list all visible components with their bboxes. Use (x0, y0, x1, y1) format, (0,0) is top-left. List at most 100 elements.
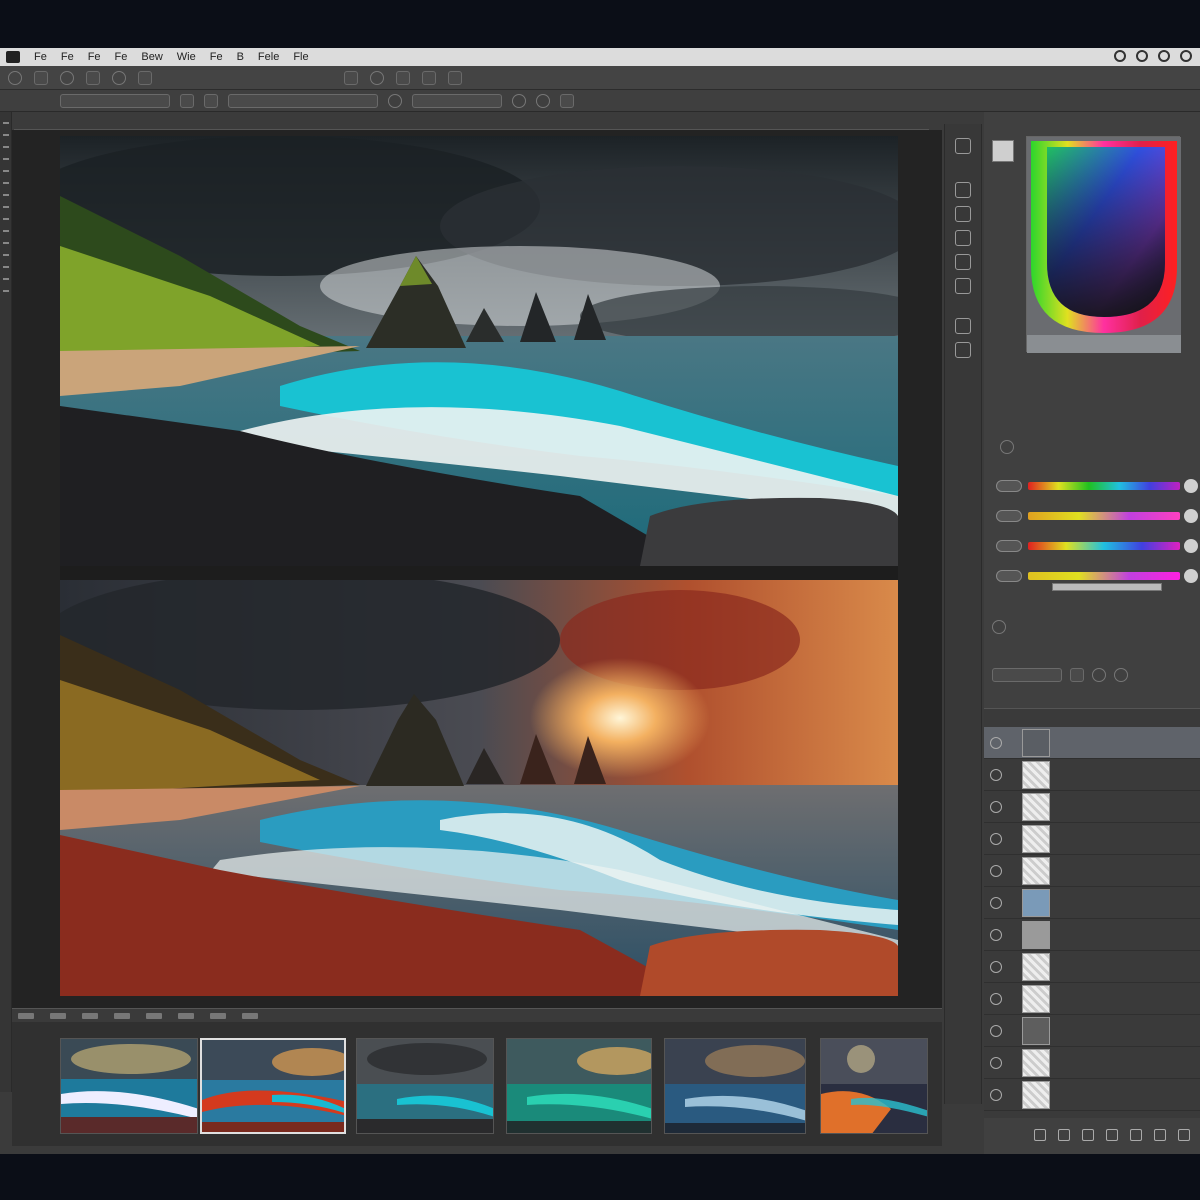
eraser-panel-icon[interactable] (955, 230, 971, 246)
layer-visibility-icon[interactable] (990, 832, 1002, 845)
trash-icon[interactable] (1178, 1129, 1190, 1141)
menu-item-10[interactable]: Fle (293, 51, 308, 63)
layer-row[interactable] (984, 1047, 1200, 1079)
brush-icon[interactable] (60, 70, 74, 85)
filmstrip-control[interactable] (50, 1012, 66, 1019)
toolbar-button-3[interactable] (138, 70, 152, 85)
clock-icon[interactable] (1114, 50, 1126, 62)
thumbnail-1[interactable] (60, 1038, 198, 1134)
menu-item-2[interactable]: Fe (61, 51, 74, 63)
filmstrip-control[interactable] (210, 1012, 226, 1019)
tool-handle[interactable] (3, 194, 9, 196)
hue-slider[interactable] (1028, 482, 1180, 490)
layer-row[interactable] (984, 951, 1200, 983)
layer-row[interactable] (984, 727, 1200, 759)
info-icon[interactable] (1000, 440, 1014, 454)
user-icon[interactable] (1136, 50, 1148, 62)
menu-item-5[interactable]: Bew (141, 51, 162, 63)
layer-visibility-icon[interactable] (990, 896, 1002, 909)
pen-icon[interactable] (388, 93, 402, 108)
vibrance-reset-icon[interactable] (1184, 569, 1198, 583)
thumbnail-3[interactable] (356, 1038, 494, 1134)
option-button-3[interactable] (560, 93, 574, 108)
option-value-field[interactable] (228, 93, 378, 108)
new-group-icon[interactable] (1130, 1129, 1142, 1141)
layer-row[interactable] (984, 791, 1200, 823)
mask-icon[interactable] (1082, 1129, 1094, 1141)
vibrance-toggle[interactable] (996, 570, 1022, 582)
filmstrip-control[interactable] (114, 1012, 130, 1019)
filmstrip-control[interactable] (82, 1012, 98, 1019)
history-icon[interactable] (112, 70, 126, 85)
hue-reset-icon[interactable] (1184, 479, 1198, 493)
target-icon[interactable] (536, 93, 550, 108)
saturation-slider[interactable] (1028, 512, 1180, 520)
document-tab-strip[interactable] (14, 118, 929, 130)
layer-visibility-icon[interactable] (990, 736, 1002, 749)
layer-mask-icon[interactable] (1092, 668, 1106, 682)
menu-item-8[interactable]: B (237, 51, 244, 63)
canvas-area[interactable] (12, 130, 942, 1048)
thumbnail-5[interactable] (664, 1038, 806, 1134)
menu-item-6[interactable]: Wie (177, 51, 196, 63)
toolbar-button-6[interactable] (422, 70, 436, 85)
layer-visibility-icon[interactable] (990, 864, 1002, 877)
toolbar-button-7[interactable] (448, 70, 462, 85)
layer-row[interactable] (984, 1015, 1200, 1047)
filmstrip-control[interactable] (146, 1012, 162, 1019)
saturation-toggle[interactable] (996, 510, 1022, 522)
menu-item-4[interactable]: Fe (115, 51, 128, 63)
tool-handle[interactable] (3, 146, 9, 148)
menu-item-9[interactable]: Fele (258, 51, 279, 63)
toolbar-button-2[interactable] (86, 70, 100, 85)
option-button-1[interactable] (180, 93, 194, 108)
tool-handle[interactable] (3, 134, 9, 136)
hue-toggle[interactable] (996, 480, 1022, 492)
thumbnail-2[interactable] (200, 1038, 346, 1134)
tool-handle[interactable] (3, 278, 9, 280)
adjust-panel-icon[interactable] (955, 318, 971, 334)
image-panel-icon[interactable] (955, 342, 971, 358)
tool-handle[interactable] (3, 290, 9, 292)
toolbar-button-5[interactable] (396, 70, 410, 85)
lightness-reset-icon[interactable] (1184, 539, 1198, 553)
layer-visibility-icon[interactable] (990, 768, 1002, 781)
foreground-color-swatch[interactable] (992, 140, 1014, 162)
filmstrip-control[interactable] (178, 1012, 194, 1019)
tool-handle[interactable] (3, 218, 9, 220)
history-panel-icon[interactable] (955, 138, 971, 154)
layer-visibility-icon[interactable] (990, 1056, 1002, 1069)
tool-handle[interactable] (3, 122, 9, 124)
photo-edited[interactable] (60, 580, 898, 996)
thumbnail-6[interactable] (820, 1038, 928, 1134)
layer-visibility-icon[interactable] (990, 992, 1002, 1005)
photo-original[interactable] (60, 136, 898, 566)
layer-option-button[interactable] (1070, 668, 1084, 682)
layer-row[interactable] (984, 887, 1200, 919)
menu-extra-icon[interactable] (1180, 50, 1192, 62)
saturation-reset-icon[interactable] (1184, 509, 1198, 523)
lock-icon[interactable] (370, 70, 384, 85)
opacity-slider[interactable] (1052, 583, 1162, 591)
tool-handle[interactable] (3, 170, 9, 172)
square-icon[interactable] (512, 93, 526, 108)
vibrance-slider[interactable] (1028, 572, 1180, 580)
home-icon[interactable] (8, 70, 22, 85)
tool-handle[interactable] (3, 230, 9, 232)
adjustment-layer-icon[interactable] (1106, 1129, 1118, 1141)
thumbnail-4[interactable] (506, 1038, 652, 1134)
tool-handle[interactable] (3, 254, 9, 256)
tool-handle[interactable] (3, 182, 9, 184)
tool-handle[interactable] (3, 158, 9, 160)
stamp-panel-icon[interactable] (955, 254, 971, 270)
gradient-panel-icon[interactable] (955, 278, 971, 294)
lightness-slider[interactable] (1028, 542, 1180, 550)
tool-handle[interactable] (3, 242, 9, 244)
toolbar-button-4[interactable] (344, 70, 358, 85)
filmstrip-control[interactable] (242, 1012, 258, 1019)
lightness-toggle[interactable] (996, 540, 1022, 552)
option-mode-dropdown[interactable] (412, 93, 502, 108)
layer-visibility-icon[interactable] (990, 1024, 1002, 1037)
menu-item-3[interactable]: Fe (88, 51, 101, 63)
tool-handle[interactable] (3, 266, 9, 268)
